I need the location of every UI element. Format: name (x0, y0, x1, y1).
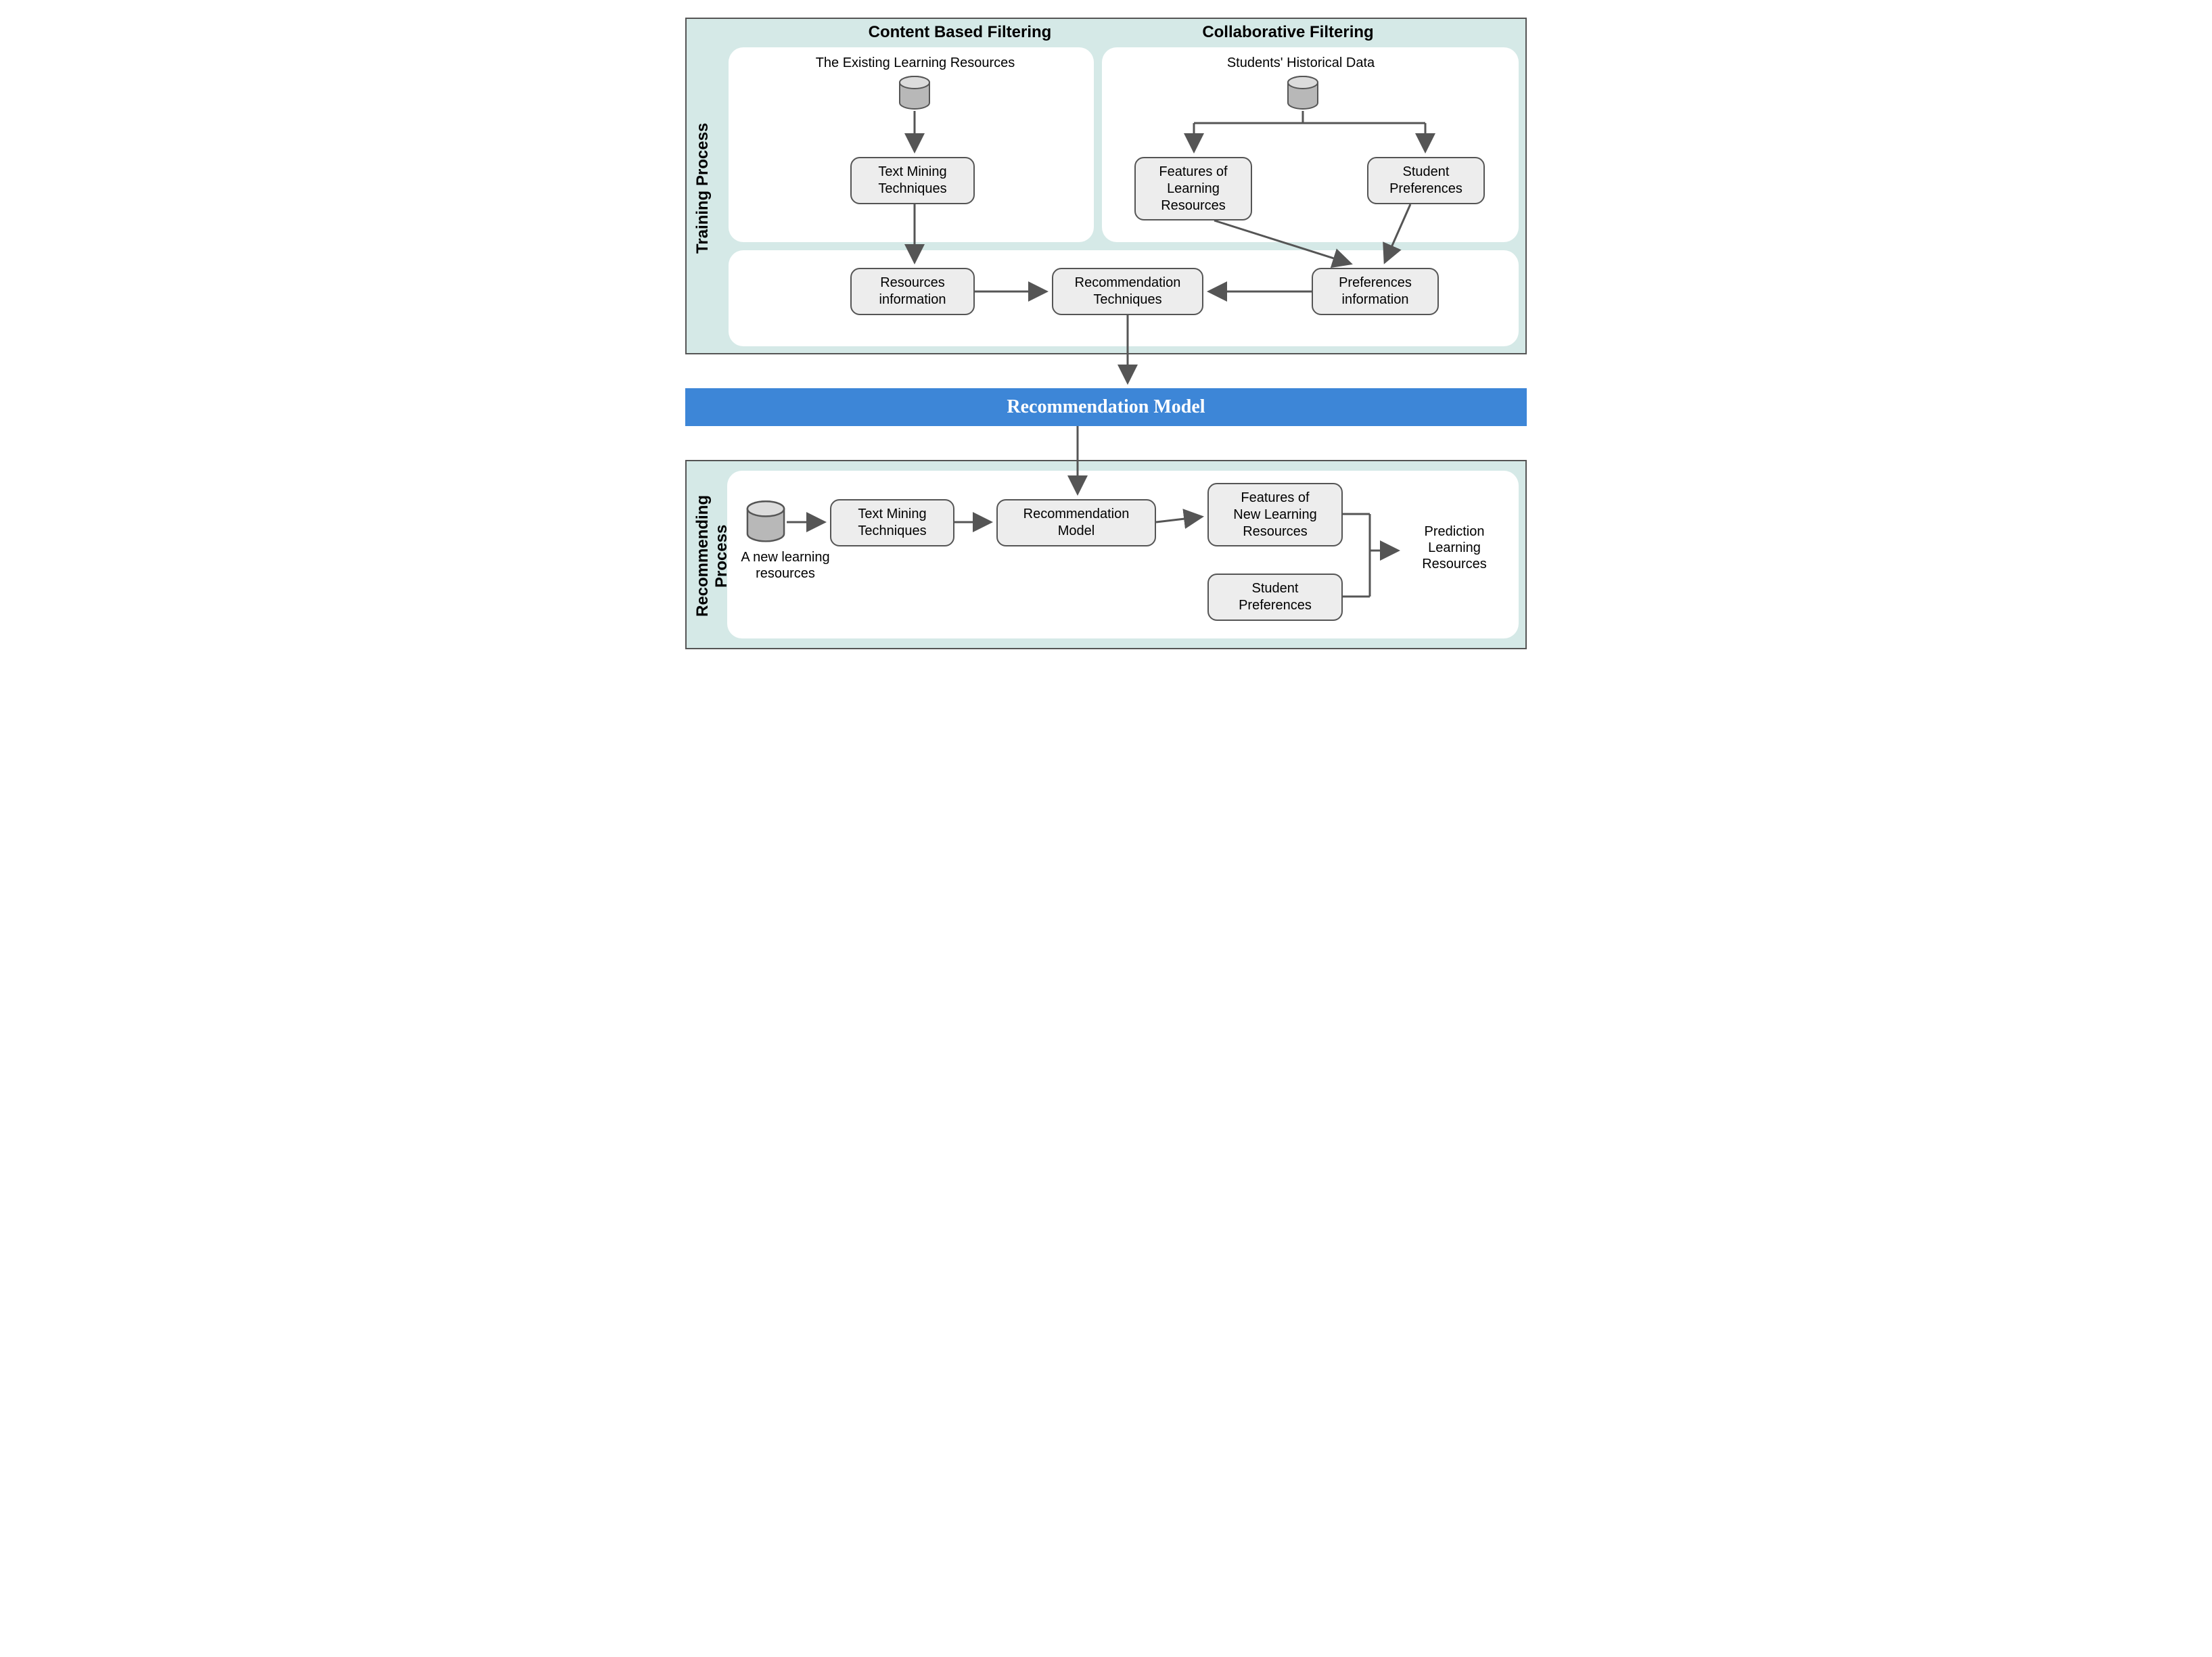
recommendation-techniques-box: Recommendation Techniques (1052, 268, 1203, 315)
recommendation-model-bar: Recommendation Model (685, 388, 1527, 426)
new-learning-resources-label: A new learning resources (731, 549, 839, 582)
recommendation-model-box: Recommendation Model (996, 499, 1156, 546)
recommending-label: Recommending Process (693, 488, 731, 624)
features-new-resources-box: Features of New Learning Resources (1207, 483, 1343, 546)
collaborative-title: Collaborative Filtering (1183, 23, 1393, 42)
training-label: Training Process (693, 114, 712, 262)
features-learning-box: Features of Learning Resources (1134, 157, 1252, 220)
database-icon (745, 500, 787, 547)
recommendation-system-diagram: Training Process Content Based Filtering… (673, 14, 1539, 663)
content-based-title: Content Based Filtering (852, 23, 1068, 42)
recommending-inner-panel (727, 471, 1519, 638)
text-mining-box-bottom: Text Mining Techniques (830, 499, 954, 546)
student-preferences-box-bottom: Student Preferences (1207, 574, 1343, 621)
database-icon (1286, 76, 1320, 114)
preferences-info-box: Preferences information (1312, 268, 1439, 315)
existing-resources-label: The Existing Learning Resources (800, 55, 1030, 71)
database-icon (898, 76, 931, 114)
text-mining-box-top: Text Mining Techniques (850, 157, 975, 204)
historical-data-label: Students' Historical Data (1199, 55, 1402, 71)
student-preferences-box-top: Student Preferences (1367, 157, 1485, 204)
resources-info-box: Resources information (850, 268, 975, 315)
prediction-label: Prediction Learning Resources (1404, 523, 1505, 572)
